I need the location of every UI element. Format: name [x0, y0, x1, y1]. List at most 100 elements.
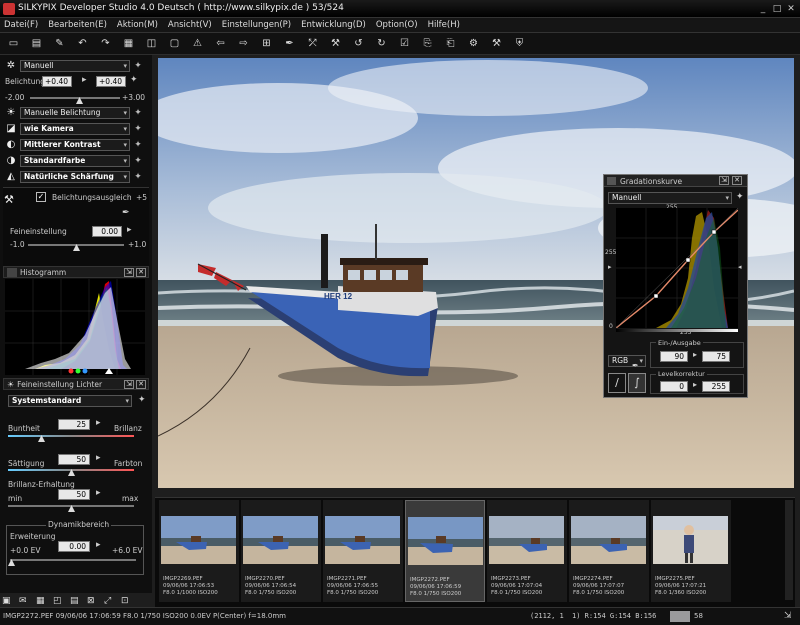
- shield-icon[interactable]: ⛨: [511, 35, 528, 52]
- thumbnail-1[interactable]: IMGP2269.PEF 09/06/06 17:06:53 F8.0 1/1000…: [159, 500, 239, 602]
- close-button[interactable]: ✕: [784, 3, 798, 15]
- menu-option[interactable]: Option(O): [376, 20, 418, 30]
- io-input-field[interactable]: 90: [660, 351, 688, 362]
- thumbnail-7[interactable]: IMGP2275.PEF 09/06/06 17:07:21 F8.0 1/360 …: [651, 500, 731, 602]
- minimize-button[interactable]: _: [756, 3, 770, 15]
- arrow-left-icon[interactable]: ⇦: [212, 35, 229, 52]
- expand-icon[interactable]: ⤢: [104, 596, 118, 606]
- crop-icon[interactable]: ⊞: [258, 35, 275, 52]
- check-icon[interactable]: ☑: [396, 35, 413, 52]
- menu-action[interactable]: Aktion(M): [117, 20, 158, 30]
- channel-dropdown[interactable]: RGB ▾: [608, 355, 646, 367]
- pick-icon[interactable]: ⤱: [304, 35, 321, 52]
- saturation-arrow-icon[interactable]: ▸: [96, 453, 101, 463]
- thumbnail-2[interactable]: IMGP2270.PEF 09/06/06 17:06:54 F8.0 1/750 …: [241, 500, 321, 602]
- pen-icon[interactable]: ✎: [51, 35, 68, 52]
- eyedropper-icon[interactable]: ✒: [281, 35, 298, 52]
- thumbnail-3[interactable]: IMGP2271.PEF 09/06/06 17:06:55 F8.0 1/750 …: [323, 500, 403, 602]
- extension-input[interactable]: 0.00: [58, 541, 90, 552]
- develop-icon[interactable]: ⚙: [465, 35, 482, 52]
- histogram-pin-button[interactable]: ⇲: [124, 267, 134, 277]
- copy-settings-icon[interactable]: ⎘: [419, 35, 436, 52]
- open-folder-icon[interactable]: ▭: [5, 35, 22, 52]
- gradation-right-handle-icon[interactable]: ◂: [738, 263, 742, 271]
- compensation-checkbox[interactable]: ✓: [36, 192, 46, 202]
- rotate-right-icon[interactable]: ↻: [373, 35, 390, 52]
- exposure-slider[interactable]: [30, 97, 120, 99]
- exposure-mode-menu-button[interactable]: ✦: [133, 107, 143, 119]
- saturation-input[interactable]: 50: [58, 454, 90, 465]
- level-low-field[interactable]: 0: [660, 381, 688, 392]
- fine-lights-close-button[interactable]: ✕: [136, 379, 146, 389]
- brilliance-input[interactable]: 50: [58, 489, 90, 500]
- compare-view-icon[interactable]: ◫: [143, 35, 160, 52]
- histogram-close-button[interactable]: ✕: [136, 267, 146, 277]
- filmstrip-scrollbar[interactable]: [785, 500, 793, 600]
- gradation-close-button[interactable]: ✕: [732, 176, 742, 185]
- grid-view-icon[interactable]: ▦: [120, 35, 137, 52]
- gradation-pin-button[interactable]: ⇲: [719, 176, 729, 185]
- hue-arrow-icon[interactable]: ▸: [96, 418, 101, 428]
- menu-file[interactable]: Datei(F): [4, 20, 38, 30]
- level-arrow-icon[interactable]: ▸: [693, 380, 697, 389]
- fit-icon[interactable]: ⊠: [87, 596, 101, 606]
- thumbnail-4-selected[interactable]: IMGP2272.PEF 09/06/06 17:06:59 F8.0 1/750 …: [405, 500, 485, 602]
- warning-icon[interactable]: ⚠: [189, 35, 206, 52]
- gradation-left-handle-icon[interactable]: ▸: [608, 263, 612, 271]
- sharpness-menu-button[interactable]: ✦: [133, 171, 143, 183]
- fine-adjust-arrow-icon[interactable]: ▸: [127, 225, 132, 235]
- io-arrow-icon[interactable]: ▸: [693, 350, 697, 359]
- linear-curve-button[interactable]: ∕: [608, 373, 626, 393]
- arrow-right-icon[interactable]: ⇨: [235, 35, 252, 52]
- paste-settings-icon[interactable]: ⎗: [442, 35, 459, 52]
- preset-menu-button[interactable]: ✦: [133, 60, 143, 72]
- hue-input[interactable]: 25: [58, 419, 90, 430]
- gradation-curve-chart[interactable]: [616, 208, 738, 328]
- thumbnail-5[interactable]: IMGP2273.PEF 09/06/06 17:07:04 F8.0 1/750 …: [487, 500, 567, 602]
- extension-arrow-icon[interactable]: ▸: [96, 540, 101, 550]
- preset-dropdown[interactable]: Manuell ▾: [20, 59, 130, 72]
- white-balance-menu-button[interactable]: ✦: [133, 123, 143, 135]
- maximize-button[interactable]: □: [770, 3, 784, 15]
- spline-curve-button[interactable]: ∫: [628, 373, 646, 393]
- redo-icon[interactable]: ↷: [97, 35, 114, 52]
- color-menu-button[interactable]: ✦: [133, 155, 143, 167]
- brilliance-arrow-icon[interactable]: ▸: [96, 488, 101, 498]
- hammer-icon[interactable]: ⚒: [488, 35, 505, 52]
- status-resize-icon[interactable]: ⇲: [784, 611, 792, 621]
- system-standard-dropdown[interactable]: Systemstandard ▾: [8, 395, 132, 407]
- exposure-input-a[interactable]: +0.40: [42, 76, 72, 87]
- exposure-input-b[interactable]: +0.40: [96, 76, 126, 87]
- level-high-field[interactable]: 255: [702, 381, 730, 392]
- exposure-mode-dropdown[interactable]: Manuelle Belichtung ▾: [20, 106, 130, 119]
- grid-icon[interactable]: ▦: [36, 596, 50, 606]
- sharpness-dropdown[interactable]: Natürliche Schärfung ▾: [20, 170, 130, 183]
- single-view-icon[interactable]: ▢: [166, 35, 183, 52]
- rotate-left-icon[interactable]: ↺: [350, 35, 367, 52]
- crop-mode-icon[interactable]: ⊡: [121, 596, 135, 606]
- extension-slider[interactable]: [10, 559, 136, 561]
- fine-lights-pin-button[interactable]: ⇲: [124, 379, 134, 389]
- menu-develop[interactable]: Entwicklung(D): [301, 20, 366, 30]
- fine-adjust-input[interactable]: 0.00: [92, 226, 122, 237]
- menu-view[interactable]: Ansicht(V): [168, 20, 212, 30]
- contrast-menu-button[interactable]: ✦: [133, 139, 143, 151]
- curve-icon[interactable]: ◰: [53, 596, 67, 606]
- tool-icon[interactable]: ⚒: [327, 35, 344, 52]
- color-dropdown[interactable]: Standardfarbe ▾: [20, 154, 130, 167]
- system-standard-menu-icon[interactable]: ✦: [138, 395, 146, 405]
- menu-help[interactable]: Hilfe(H): [428, 20, 460, 30]
- image-icon[interactable]: ▤: [70, 596, 84, 606]
- gradation-preset-dropdown[interactable]: Manuell ▾: [608, 192, 732, 204]
- gradation-eyedropper-icon[interactable]: ✒: [632, 361, 639, 370]
- menu-settings[interactable]: Einstellungen(P): [222, 20, 291, 30]
- undo-icon[interactable]: ↶: [74, 35, 91, 52]
- hue-slider[interactable]: [8, 435, 134, 437]
- exposure-arrow-icon[interactable]: ▸: [82, 75, 87, 85]
- menu-edit[interactable]: Bearbeiten(E): [48, 20, 107, 30]
- eyedropper-icon[interactable]: ✒: [122, 208, 130, 218]
- io-output-field[interactable]: 75: [702, 351, 730, 362]
- thumbnail-6[interactable]: IMGP2274.PEF 09/06/06 17:07:07 F8.0 1/750 …: [569, 500, 649, 602]
- white-balance-dropdown[interactable]: wie Kamera ▾: [20, 122, 130, 135]
- exposure-menu-icon[interactable]: ✦: [130, 75, 138, 85]
